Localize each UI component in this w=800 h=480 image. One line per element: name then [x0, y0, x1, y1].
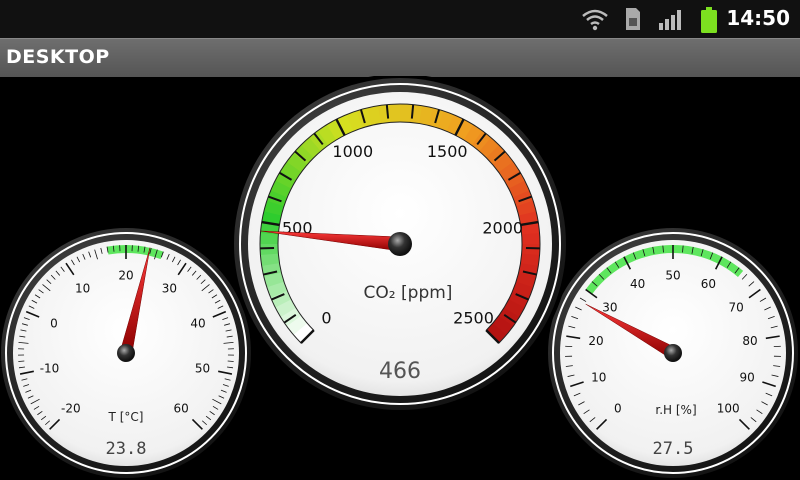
tick-label: 0 [50, 316, 58, 330]
wifi-icon [582, 9, 608, 31]
tick-label: 2000 [482, 218, 523, 237]
humidity-needle-hub [664, 344, 682, 362]
tick-label: 0 [321, 308, 331, 327]
tick-label: 70 [728, 300, 743, 314]
temperature-unit-label: T [°C] [108, 410, 144, 424]
clock: 14:50 [726, 6, 790, 30]
humidity-readout: 27.5 [653, 439, 694, 459]
tick-label: 10 [591, 370, 606, 384]
status-bar: 14:50 [0, 0, 800, 38]
tick-label: 50 [195, 362, 210, 376]
co2-readout: 466 [379, 359, 421, 384]
signal-icon [659, 10, 681, 30]
co2-gauge: 05001000 150020002500 CO₂ [ppm] 466 [230, 76, 570, 414]
tick-label: 100 [717, 401, 740, 415]
tick-label: 40 [190, 316, 205, 330]
app-title: DESKTOP [6, 46, 110, 68]
temperature-needle-hub [117, 344, 135, 362]
minor-tick [385, 104, 390, 119]
tick-label: -10 [40, 362, 60, 376]
tick-label: 60 [701, 277, 716, 291]
tick-label: 60 [174, 401, 189, 415]
tick-label: 0 [614, 401, 622, 415]
tick-label: -20 [61, 401, 81, 415]
tick-label: 10 [75, 281, 90, 295]
tick-label: 20 [118, 268, 133, 282]
sim-card-icon [626, 8, 640, 30]
tick-label: 80 [742, 334, 757, 348]
minor-tick [410, 104, 415, 119]
co2-needle-hub [388, 232, 412, 256]
gauges-panel: -20 -10 0 10 20 30 40 50 60 T [°C] 23.8 0 10 20 30 4… [1, 76, 798, 478]
tick-label: 1000 [332, 142, 373, 161]
tick-label: 90 [740, 370, 755, 384]
tick-label: 30 [162, 281, 177, 295]
tick-label: 2500 [453, 308, 494, 327]
temperature-readout: 23.8 [106, 439, 147, 459]
tick-label: 40 [630, 277, 645, 291]
battery-icon [701, 7, 717, 33]
humidity-unit-label: r.H [%] [655, 403, 696, 417]
tick-label: 30 [602, 300, 617, 314]
humidity-gauge: 0 10 20 30 40 50 60 70 80 90 100 r.H [%] 27.5 [548, 228, 798, 478]
co2-unit-label: CO₂ [ppm] [364, 283, 453, 303]
app-title-bar: DESKTOP [0, 38, 800, 77]
temperature-gauge: -20 -10 0 10 20 30 40 50 60 T [°C] 23.8 [1, 228, 251, 478]
tick-label: 20 [588, 334, 603, 348]
tick-label: 1500 [427, 142, 468, 161]
tick-label: 50 [665, 268, 680, 282]
